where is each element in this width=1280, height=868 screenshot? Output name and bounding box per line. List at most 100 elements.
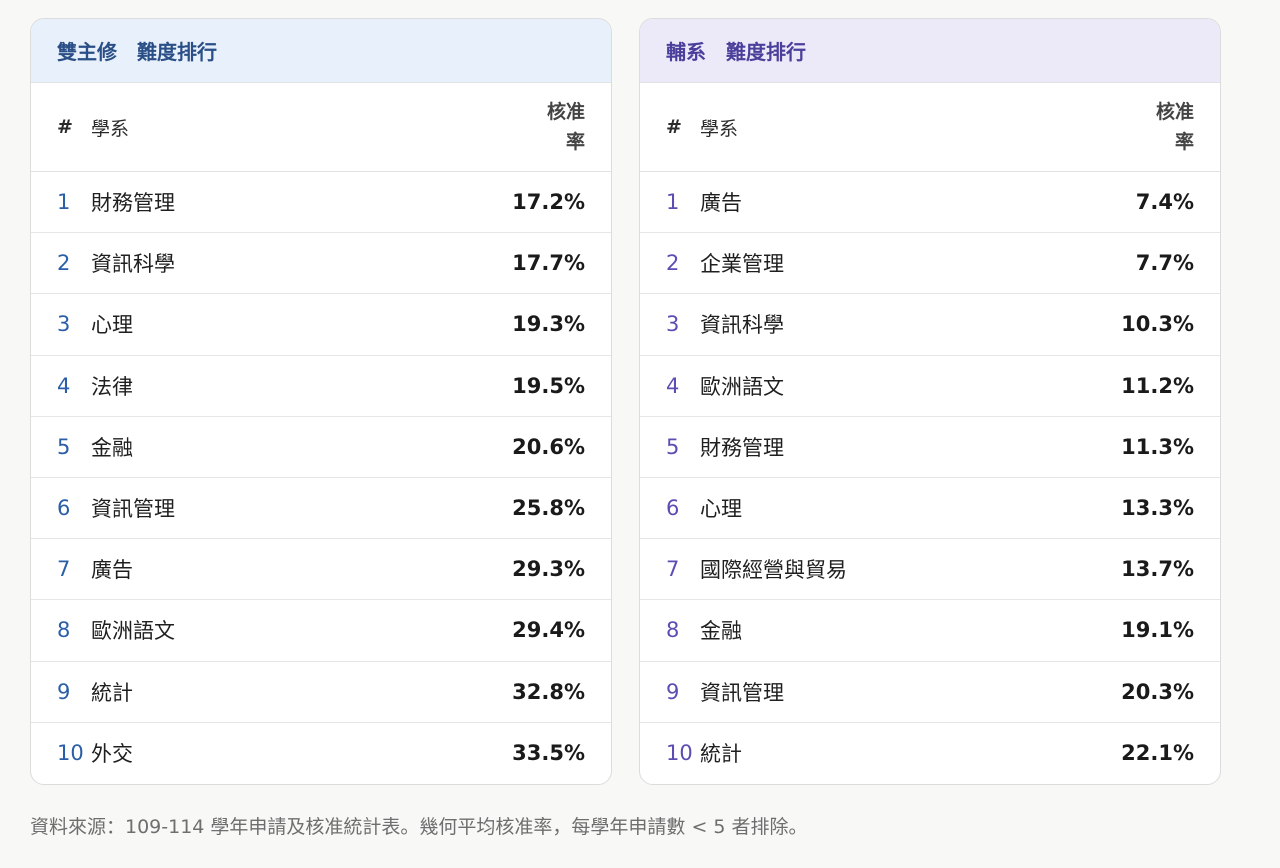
department-name: 法律 bbox=[91, 374, 133, 399]
department-name: 歐洲語文 bbox=[700, 374, 784, 399]
table-row: 6 資訊管理 25.8% bbox=[31, 478, 611, 540]
rank-number: 7 bbox=[57, 557, 71, 582]
source-footnote: 資料來源：109-114 學年申請及核准統計表。幾何平均核准率，每學年申請數 <… bbox=[30, 816, 808, 838]
department-name: 心理 bbox=[91, 313, 133, 338]
minor-header: 輔系 難度排行 bbox=[640, 19, 1220, 83]
rank-number: 1 bbox=[666, 190, 680, 215]
table-row: 6 心理 13.3% bbox=[640, 478, 1220, 540]
table-row: 8 歐洲語文 29.4% bbox=[31, 600, 611, 662]
rank-number: 3 bbox=[666, 312, 680, 337]
department-name: 廣告 bbox=[700, 191, 742, 216]
approval-rate: 17.2% bbox=[512, 190, 585, 215]
table-row: 3 資訊科學 10.3% bbox=[640, 294, 1220, 356]
double-major-rows: 1 財務管理 17.2% 2 資訊科學 17.7% 3 心理 19.3% 4 法律 19.5% 5 金融 2… bbox=[31, 172, 611, 784]
approval-rate: 19.5% bbox=[512, 373, 585, 398]
department-name: 資訊科學 bbox=[91, 252, 175, 277]
approval-rate: 13.7% bbox=[1121, 557, 1194, 582]
approval-rate: 19.1% bbox=[1121, 618, 1194, 643]
approval-rate: 25.8% bbox=[512, 496, 585, 521]
rank-number: 10 bbox=[666, 741, 693, 766]
rank-number: 7 bbox=[666, 557, 680, 582]
table-row: 4 歐洲語文 11.2% bbox=[640, 356, 1220, 417]
rankings-container: 雙主修 難度排行 # 學系 核准 率 1 財務管理 17.2% 2 資訊科學 17.7% 3… bbox=[30, 18, 1222, 785]
double-major-column-headers: # 學系 核准 率 bbox=[31, 83, 611, 172]
rank-number: 8 bbox=[666, 618, 680, 643]
department-name: 企業管理 bbox=[700, 252, 784, 277]
rank-number: 2 bbox=[666, 251, 680, 276]
approval-rate-header-line1: 核准 bbox=[546, 101, 585, 123]
table-row: 9 統計 32.8% bbox=[31, 662, 611, 723]
rank-column-header: # bbox=[666, 116, 682, 138]
rank-number: 4 bbox=[666, 373, 680, 398]
department-name: 資訊科學 bbox=[700, 313, 784, 338]
department-name: 統計 bbox=[700, 742, 742, 767]
table-row: 5 財務管理 11.3% bbox=[640, 417, 1220, 478]
rank-number: 1 bbox=[57, 190, 71, 215]
department-column-header: 學系 bbox=[700, 117, 739, 140]
approval-rate: 17.7% bbox=[512, 251, 585, 276]
approval-rate-header-line1: 核准 bbox=[1155, 101, 1194, 123]
approval-rate: 20.3% bbox=[1121, 679, 1194, 704]
double-major-panel: 雙主修 難度排行 # 學系 核准 率 1 財務管理 17.2% 2 資訊科學 17.7% 3… bbox=[30, 18, 612, 785]
approval-rate: 32.8% bbox=[512, 679, 585, 704]
table-row: 9 資訊管理 20.3% bbox=[640, 662, 1220, 723]
table-row: 4 法律 19.5% bbox=[31, 356, 611, 417]
approval-rate: 33.5% bbox=[512, 741, 585, 766]
department-name: 廣告 bbox=[91, 558, 133, 583]
rankings-panels: 雙主修 難度排行 # 學系 核准 率 1 財務管理 17.2% 2 資訊科學 17.7% 3… bbox=[30, 18, 1222, 785]
rank-number: 4 bbox=[57, 373, 71, 398]
rank-number: 10 bbox=[57, 741, 84, 766]
rank-number: 9 bbox=[57, 679, 71, 704]
approval-rate: 20.6% bbox=[512, 434, 585, 459]
minor-subtitle: 難度排行 bbox=[726, 40, 806, 64]
approval-rate-header-line2: 率 bbox=[565, 131, 585, 153]
table-row: 7 國際經營與貿易 13.7% bbox=[640, 539, 1220, 601]
department-name: 心理 bbox=[700, 497, 742, 522]
minor-column-headers: # 學系 核准 率 bbox=[640, 83, 1220, 172]
approval-rate-column-header: 核准 率 bbox=[1114, 97, 1194, 157]
approval-rate: 7.7% bbox=[1135, 251, 1194, 276]
approval-rate: 13.3% bbox=[1121, 496, 1194, 521]
table-row: 7 廣告 29.3% bbox=[31, 539, 611, 601]
department-name: 金融 bbox=[91, 435, 133, 460]
table-row: 10 統計 22.1% bbox=[640, 723, 1220, 784]
department-name: 國際經營與貿易 bbox=[700, 558, 847, 583]
table-row: 8 金融 19.1% bbox=[640, 600, 1220, 662]
rank-column-header: # bbox=[57, 116, 73, 138]
rank-number: 8 bbox=[57, 618, 71, 643]
approval-rate: 11.3% bbox=[1121, 434, 1194, 459]
minor-rows: 1 廣告 7.4% 2 企業管理 7.7% 3 資訊科學 10.3% 4 歐洲語文 11.2% 5 財務管… bbox=[640, 172, 1220, 784]
approval-rate: 29.4% bbox=[512, 618, 585, 643]
minor-title: 輔系 bbox=[666, 40, 706, 64]
table-row: 5 金融 20.6% bbox=[31, 417, 611, 478]
department-name: 統計 bbox=[91, 680, 133, 705]
approval-rate: 10.3% bbox=[1121, 312, 1194, 337]
table-row: 3 心理 19.3% bbox=[31, 294, 611, 356]
approval-rate-header-line2: 率 bbox=[1174, 131, 1194, 153]
rank-number: 9 bbox=[666, 679, 680, 704]
department-name: 資訊管理 bbox=[700, 680, 784, 705]
table-row: 2 資訊科學 17.7% bbox=[31, 233, 611, 295]
approval-rate: 11.2% bbox=[1121, 373, 1194, 398]
table-row: 1 廣告 7.4% bbox=[640, 172, 1220, 234]
department-name: 資訊管理 bbox=[91, 497, 175, 522]
double-major-subtitle: 難度排行 bbox=[137, 40, 217, 64]
table-row: 2 企業管理 7.7% bbox=[640, 233, 1220, 295]
department-name: 財務管理 bbox=[700, 435, 784, 460]
rank-number: 6 bbox=[666, 496, 680, 521]
double-major-header: 雙主修 難度排行 bbox=[31, 19, 611, 83]
minor-panel: 輔系 難度排行 # 學系 核准 率 1 廣告 7.4% 2 企業管理 7.7% 3 資訊科學 1… bbox=[639, 18, 1221, 785]
rank-number: 5 bbox=[666, 434, 680, 459]
table-row: 10 外交 33.5% bbox=[31, 723, 611, 784]
rank-number: 3 bbox=[57, 312, 71, 337]
approval-rate: 22.1% bbox=[1121, 741, 1194, 766]
department-name: 財務管理 bbox=[91, 191, 175, 216]
rank-number: 2 bbox=[57, 251, 71, 276]
approval-rate: 29.3% bbox=[512, 557, 585, 582]
department-name: 歐洲語文 bbox=[91, 619, 175, 644]
double-major-title: 雙主修 bbox=[57, 40, 117, 64]
approval-rate: 7.4% bbox=[1135, 190, 1194, 215]
rank-number: 6 bbox=[57, 496, 71, 521]
department-name: 金融 bbox=[700, 619, 742, 644]
table-row: 1 財務管理 17.2% bbox=[31, 172, 611, 234]
